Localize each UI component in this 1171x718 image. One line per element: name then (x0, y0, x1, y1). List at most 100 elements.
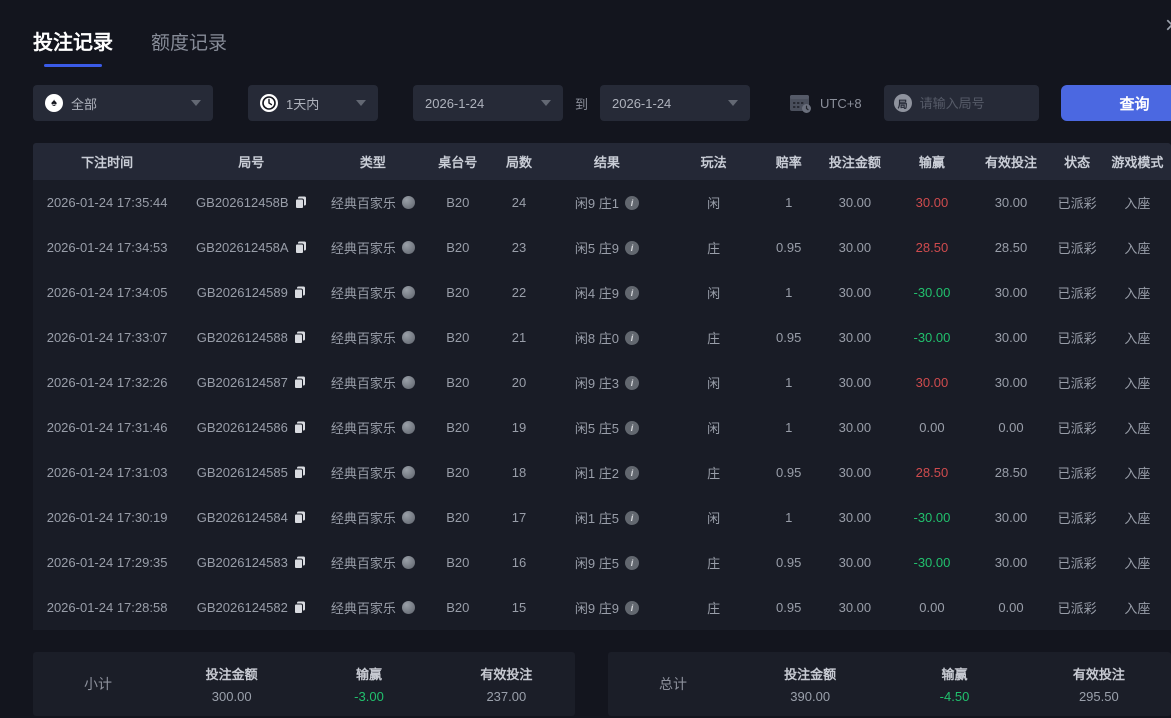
chevron-down-icon (541, 100, 551, 106)
clock-icon (260, 94, 278, 112)
query-button[interactable]: 查询 (1061, 85, 1171, 121)
game-id-search[interactable]: 局 (884, 85, 1039, 121)
copy-icon[interactable] (294, 601, 306, 614)
close-icon[interactable]: × (1165, 14, 1171, 38)
cell-table-no: B20 (424, 420, 491, 435)
cell-valid-bet: 28.50 (971, 465, 1050, 480)
cell-status: 已派彩 (1050, 463, 1103, 482)
cell-odds: 0.95 (760, 555, 817, 570)
game-id-text: GB2026124583 (197, 555, 288, 570)
cell-bet-time: 2026-01-24 17:32:26 (33, 375, 181, 390)
total-valid-bet: 有效投注 295.50 (1027, 664, 1171, 704)
game-logo-icon (402, 196, 415, 209)
copy-icon[interactable] (295, 241, 307, 254)
cell-game-type: 经典百家乐 (321, 463, 424, 482)
cell-table-no: B20 (424, 600, 491, 615)
copy-icon[interactable] (294, 556, 306, 569)
cell-valid-bet: 30.00 (971, 555, 1050, 570)
cell-bet-amount: 30.00 (817, 195, 892, 210)
subtotal-panel: 小计 投注金额 300.00 输赢 -3.00 有效投注 237.00 (33, 652, 575, 716)
cell-status: 已派彩 (1050, 328, 1103, 347)
date-from-value: 2026-1-24 (425, 96, 484, 111)
col-valid-bet: 有效投注 (971, 152, 1050, 171)
col-bet-time: 下注时间 (33, 152, 181, 171)
cell-odds: 0.95 (760, 240, 817, 255)
cell-result: 闲1 庄5 i (547, 508, 668, 527)
cell-bet-time: 2026-01-24 17:31:03 (33, 465, 181, 480)
table-row: 2026-01-24 17:29:35 GB2026124583 经典百家乐 B… (33, 540, 1171, 585)
cell-odds: 1 (760, 510, 817, 525)
cell-play: 闲 (667, 283, 760, 302)
info-icon[interactable]: i (625, 601, 639, 615)
game-type-text: 经典百家乐 (331, 508, 396, 527)
cell-win-loss: -30.00 (892, 510, 971, 525)
result-text: 闲5 庄5 (575, 418, 619, 437)
copy-icon[interactable] (294, 376, 306, 389)
game-id-text: GB2026124582 (197, 600, 288, 615)
cell-bet-amount: 30.00 (817, 555, 892, 570)
table-row: 2026-01-24 17:31:03 GB2026124585 经典百家乐 B… (33, 450, 1171, 495)
cell-win-loss: 30.00 (892, 195, 971, 210)
cell-round: 16 (491, 555, 546, 570)
cell-bet-time: 2026-01-24 17:35:44 (33, 195, 181, 210)
copy-icon[interactable] (295, 196, 307, 209)
copy-icon[interactable] (294, 466, 306, 479)
tab-bet-records[interactable]: 投注记录 (33, 26, 113, 67)
copy-icon[interactable] (294, 511, 306, 524)
cell-round: 18 (491, 465, 546, 480)
info-icon[interactable]: i (625, 196, 639, 210)
cell-result: 闲9 庄5 i (547, 553, 668, 572)
result-text: 闲9 庄9 (575, 598, 619, 617)
to-label: 到 (575, 94, 588, 113)
game-logo-icon (402, 511, 415, 524)
result-text: 闲9 庄5 (575, 553, 619, 572)
game-id-text: GB202612458B (196, 195, 289, 210)
cell-win-loss: -30.00 (892, 330, 971, 345)
info-icon[interactable]: i (625, 241, 639, 255)
cell-result: 闲9 庄1 i (547, 193, 668, 212)
info-icon[interactable]: i (625, 466, 639, 480)
game-category-select[interactable]: ♠ 全部 (33, 85, 213, 121)
info-icon[interactable]: i (625, 556, 639, 570)
table-header: 下注时间 局号 类型 桌台号 局数 结果 玩法 赔率 投注金额 输赢 有效投注 … (33, 143, 1171, 180)
tab-quota-records[interactable]: 额度记录 (151, 26, 227, 55)
cell-game-type: 经典百家乐 (321, 553, 424, 572)
game-type-text: 经典百家乐 (331, 553, 396, 572)
result-text: 闲1 庄5 (575, 508, 619, 527)
total-label: 总计 (608, 674, 738, 694)
game-logo-icon (402, 466, 415, 479)
copy-icon[interactable] (294, 421, 306, 434)
cell-game-type: 经典百家乐 (321, 508, 424, 527)
time-range-select[interactable]: 1天内 (248, 85, 378, 121)
copy-icon[interactable] (294, 286, 306, 299)
result-text: 闲5 庄9 (575, 238, 619, 257)
cell-bet-time: 2026-01-24 17:31:46 (33, 420, 181, 435)
bet-records-table: 下注时间 局号 类型 桌台号 局数 结果 玩法 赔率 投注金额 输赢 有效投注 … (33, 143, 1171, 630)
cell-bet-amount: 30.00 (817, 285, 892, 300)
info-icon[interactable]: i (625, 376, 639, 390)
cell-bet-amount: 30.00 (817, 330, 892, 345)
game-type-text: 经典百家乐 (331, 418, 396, 437)
cell-win-loss: -30.00 (892, 285, 971, 300)
cell-game-mode: 入座 (1104, 328, 1171, 347)
copy-icon[interactable] (294, 331, 306, 344)
result-text: 闲9 庄3 (575, 373, 619, 392)
tab-quota-records-label: 额度记录 (151, 28, 227, 55)
cell-play: 闲 (667, 373, 760, 392)
info-icon[interactable]: i (625, 511, 639, 525)
info-icon[interactable]: i (625, 286, 639, 300)
table-row: 2026-01-24 17:34:53 GB202612458A 经典百家乐 B… (33, 225, 1171, 270)
game-type-text: 经典百家乐 (331, 328, 396, 347)
game-id-text: GB2026124586 (197, 420, 288, 435)
chevron-down-icon (191, 100, 201, 106)
date-to-picker[interactable]: 2026-1-24 (600, 85, 750, 121)
info-icon[interactable]: i (625, 331, 639, 345)
game-type-text: 经典百家乐 (331, 463, 396, 482)
cell-game-mode: 入座 (1104, 508, 1171, 527)
game-id-text: GB2026124584 (197, 510, 288, 525)
cell-status: 已派彩 (1050, 238, 1103, 257)
date-from-picker[interactable]: 2026-1-24 (413, 85, 563, 121)
result-text: 闲4 庄9 (575, 283, 619, 302)
search-input[interactable] (920, 96, 1030, 111)
info-icon[interactable]: i (625, 421, 639, 435)
